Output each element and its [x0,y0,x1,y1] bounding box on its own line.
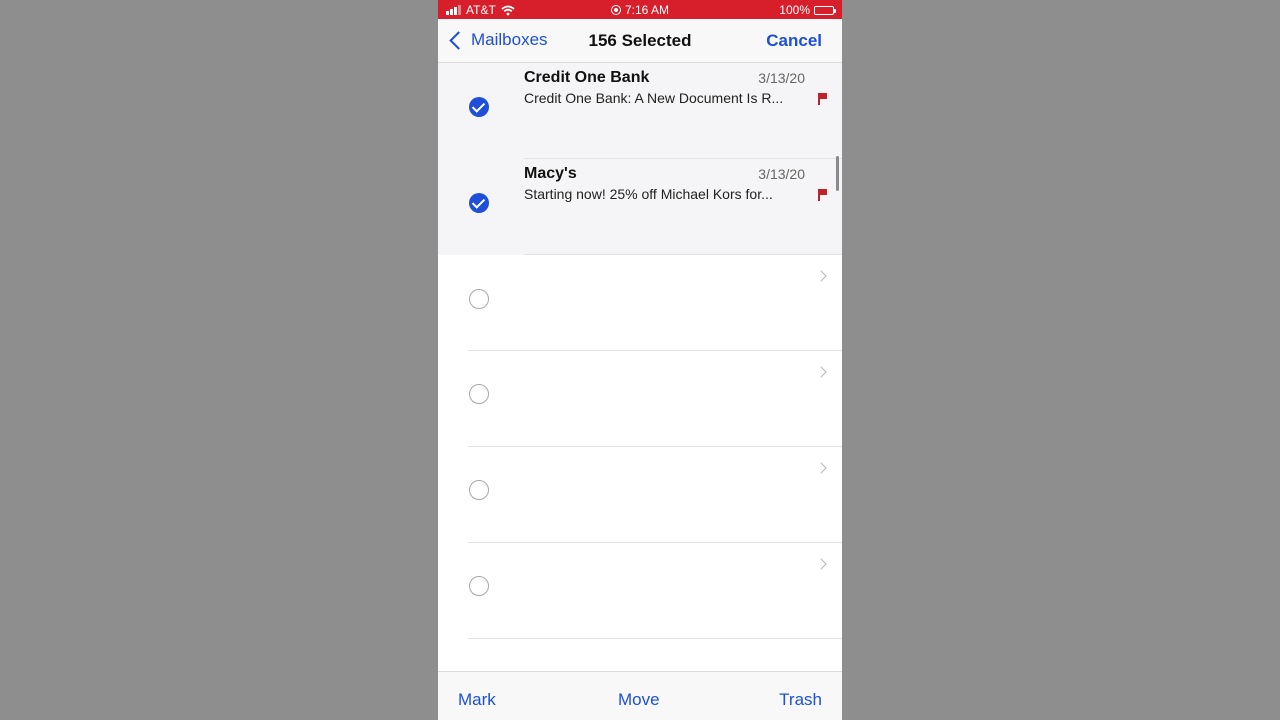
message-row[interactable] [438,447,842,543]
trash-button[interactable]: Trash [779,690,822,710]
battery-icon [814,5,836,15]
flag-icon [818,189,828,201]
message-date: 3/13/20 [758,166,805,182]
message-row[interactable] [438,351,842,447]
message-date: 3/13/20 [758,70,805,86]
unselected-circle-icon[interactable] [469,480,489,500]
message-sender: Credit One Bank [524,69,650,86]
screen-record-icon [610,5,621,15]
message-list[interactable]: Credit One Bank 3/13/20 Credit One Bank:… [438,63,842,671]
cancel-button[interactable]: Cancel [766,31,822,51]
message-row[interactable] [438,543,842,639]
message-row[interactable]: Macy's 3/13/20 Starting now! 25% off Mic… [438,159,842,255]
mark-button[interactable]: Mark [458,690,496,710]
message-row[interactable] [438,255,842,351]
message-row[interactable] [438,639,842,671]
unselected-circle-icon[interactable] [469,576,489,596]
move-button[interactable]: Move [618,690,660,710]
scroll-indicator[interactable] [836,156,839,191]
message-row[interactable]: Credit One Bank 3/13/20 Credit One Bank:… [438,63,842,159]
chevron-right-icon [815,462,827,474]
clock-time: 7:16 AM [624,3,670,17]
unselected-circle-icon[interactable] [469,289,489,309]
chevron-right-icon [815,366,827,378]
status-bar: AT&T 7:16 AM 100% [438,0,842,19]
selected-checkmark-icon[interactable] [469,193,489,213]
unselected-circle-icon[interactable] [469,384,489,404]
chevron-right-icon [815,270,827,282]
battery-percent: 100% [779,3,810,17]
flag-icon [818,93,828,105]
message-sender: Macy's [524,165,577,182]
message-subject: Starting now! 25% off Michael Kors for..… [524,186,773,202]
bottom-toolbar: Mark Move Trash [438,671,842,720]
phone-screen: AT&T 7:16 AM 100% Mailboxes 156 Selected… [438,0,842,720]
selected-checkmark-icon[interactable] [469,97,489,117]
navigation-bar: Mailboxes 156 Selected Cancel [438,19,842,63]
chevron-right-icon [815,558,827,570]
message-subject: Credit One Bank: A New Document Is R... [524,90,784,106]
